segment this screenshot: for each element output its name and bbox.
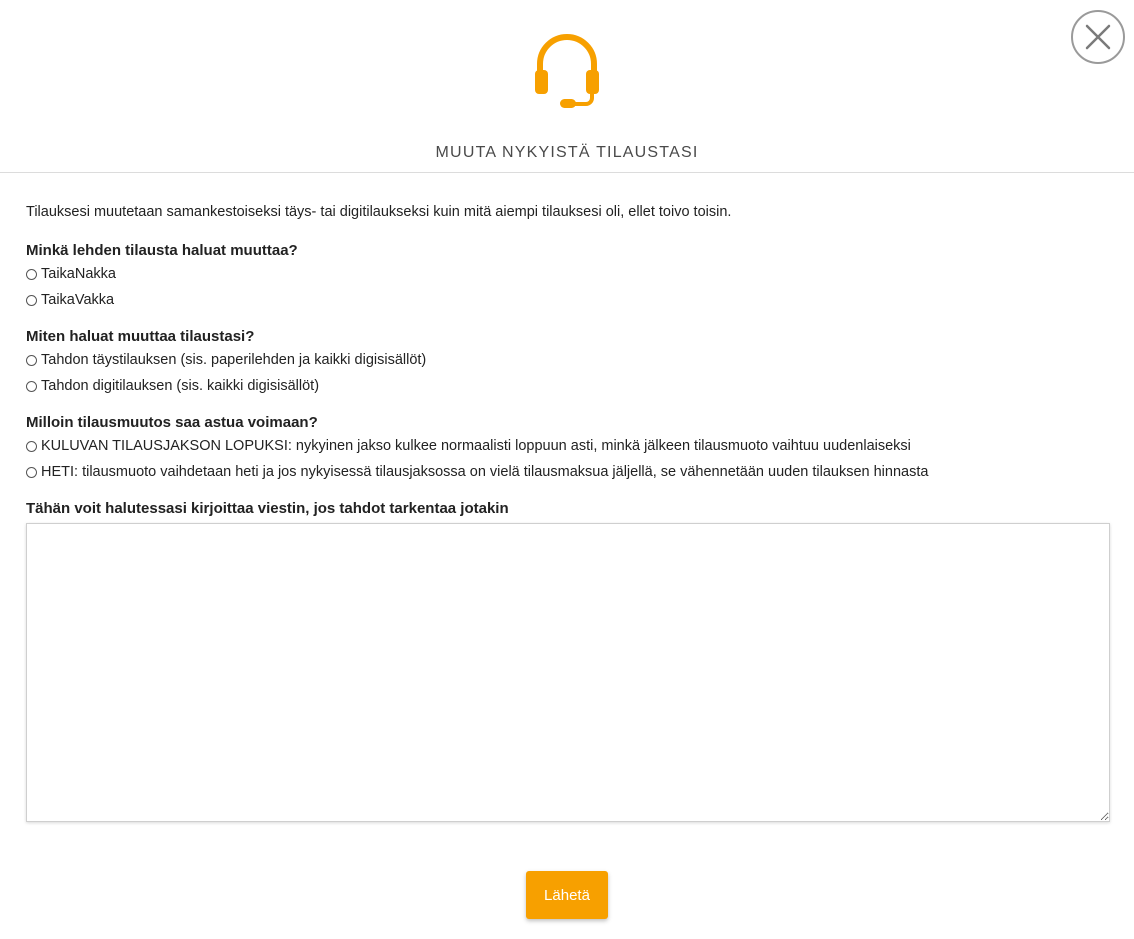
option-label: KULUVAN TILAUSJAKSON LOPUKSI: nykyinen j… [41,438,911,454]
radio-button[interactable] [26,268,37,280]
radio-option-immediately[interactable]: HETI: tilausmuoto vaihdetaan heti ja jos… [26,459,1110,485]
radio-option-taikavakka[interactable]: TaikaVakka [26,287,1110,313]
option-label: TaikaNakka [41,266,116,282]
radio-option-taikanakka[interactable]: TaikaNakka [26,261,1110,287]
close-icon [1085,24,1111,50]
question-label: Milloin tilausmuutos saa astua voimaan? [26,414,318,431]
intro-text: Tilauksesi muutetaan samankestoiseksi tä… [26,204,732,220]
question-group-publication: Minkä lehden tilausta haluat muuttaa? Ta… [26,241,1110,313]
radio-button[interactable] [26,380,37,392]
message-textarea[interactable] [26,523,1110,822]
close-button[interactable] [1071,10,1125,64]
option-label: HETI: tilausmuoto vaihdetaan heti ja jos… [41,464,929,480]
question-group-effective-date: Milloin tilausmuutos saa astua voimaan? … [26,413,1110,485]
radio-button[interactable] [26,294,37,306]
message-label: Tähän voit halutessasi kirjoittaa viesti… [26,500,509,517]
headset-icon [535,34,599,108]
submit-button[interactable]: Lähetä [526,871,608,919]
option-label: Tahdon täystilauksen (sis. paperilehden … [41,352,427,368]
radio-option-full-subscription[interactable]: Tahdon täystilauksen (sis. paperilehden … [26,347,1110,373]
radio-button[interactable] [26,440,37,452]
modal-title: MUUTA NYKYISTÄ TILAUSTASI [435,144,699,161]
option-label: Tahdon digitilauksen (sis. kaikki digisi… [41,378,320,394]
radio-option-end-of-period[interactable]: KULUVAN TILAUSJAKSON LOPUKSI: nykyinen j… [26,433,1110,459]
question-group-subscription-type: Miten haluat muuttaa tilaustasi? Tahdon … [26,327,1110,399]
question-label: Minkä lehden tilausta haluat muuttaa? [26,242,298,259]
radio-option-digital-subscription[interactable]: Tahdon digitilauksen (sis. kaikki digisi… [26,373,1110,399]
modal-header: MUUTA NYKYISTÄ TILAUSTASI [0,0,1134,173]
option-label: TaikaVakka [41,292,115,308]
form-content: Tilauksesi muutetaan samankestoiseksi tä… [26,202,1110,822]
radio-button[interactable] [26,466,37,478]
radio-button[interactable] [26,354,37,366]
question-label: Miten haluat muuttaa tilaustasi? [26,328,255,345]
